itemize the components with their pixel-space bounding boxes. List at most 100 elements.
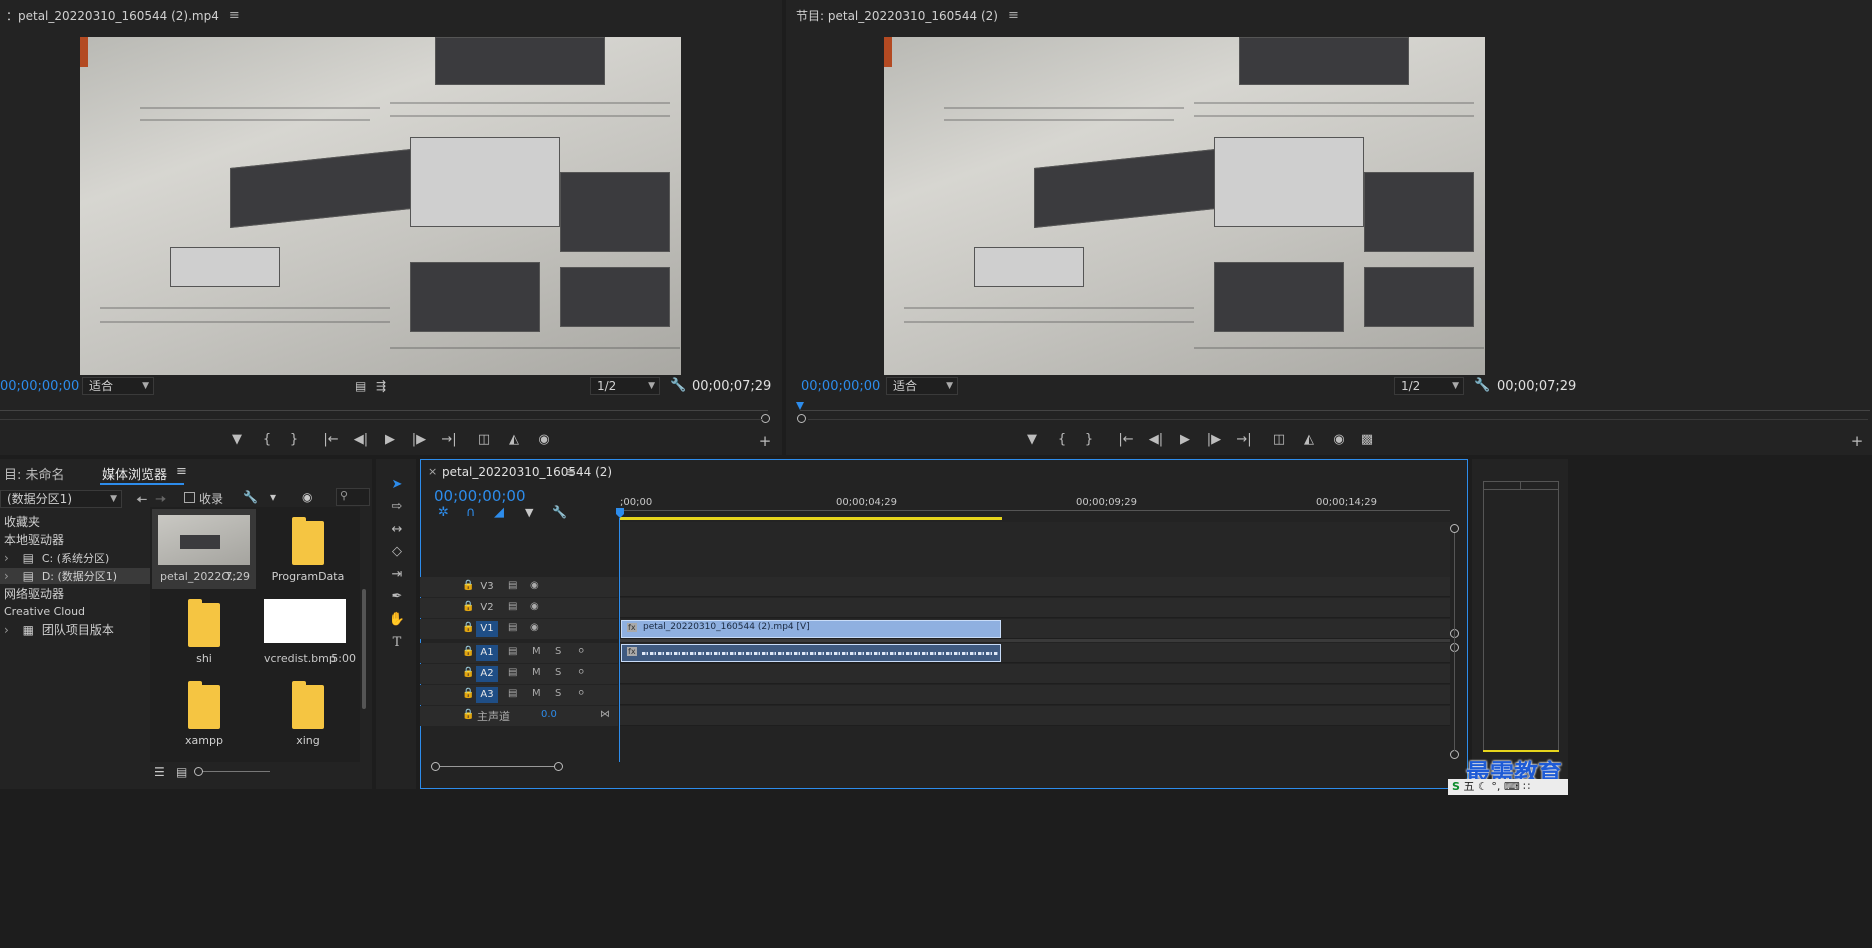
timeline-timecode[interactable]: 00;00;00;00	[434, 487, 526, 505]
program-zoom-handle[interactable]	[797, 414, 806, 423]
tree-network-drives[interactable]: 网络驱动器	[4, 586, 64, 602]
track-header-a3[interactable]: 🔒 A3 ▤ M S ⚪	[420, 685, 618, 705]
track-label[interactable]: A2	[476, 666, 498, 682]
media-browser-menu-icon[interactable]: ≡	[176, 464, 187, 479]
expand-arrow-icon[interactable]: ›	[4, 569, 9, 583]
work-area-bar[interactable]	[620, 517, 1002, 520]
eye-icon[interactable]: ◉	[530, 601, 539, 612]
tree-drive-d[interactable]: › ▤ D: (数据分区1)	[0, 568, 150, 584]
back-arrow-icon[interactable]: 🠄	[136, 489, 147, 513]
add-button-icon[interactable]: +	[756, 432, 774, 450]
audio-clip[interactable]: fx	[621, 644, 1001, 662]
media-item-folder[interactable]: xing	[256, 673, 360, 753]
sync-lock-icon[interactable]: ▤	[508, 580, 517, 591]
lock-icon[interactable]: 🔒	[462, 601, 474, 612]
solo-button[interactable]: S	[555, 646, 561, 657]
add-marker-icon[interactable]: ▼	[228, 432, 246, 447]
step-back-icon[interactable]: ◀|	[352, 432, 370, 447]
tree-creative-cloud[interactable]: Creative Cloud	[4, 604, 85, 620]
tab-media-browser[interactable]: 媒体浏览器	[102, 464, 167, 483]
track-header-v1[interactable]: 🔒 V1 ▤ ◉	[420, 619, 618, 639]
go-to-out-icon[interactable]: →|	[1235, 432, 1253, 447]
track-label[interactable]: A3	[476, 687, 498, 703]
timeline-menu-icon[interactable]: ≡	[565, 465, 576, 480]
eye-icon[interactable]: ◉	[530, 622, 539, 633]
microphone-icon[interactable]: ⚪	[577, 646, 585, 657]
add-marker-icon[interactable]: ▼	[1023, 432, 1041, 447]
nest-icon[interactable]: ◢	[494, 505, 504, 520]
overwrite-clip-icon[interactable]: ◭	[505, 432, 523, 447]
extract-icon[interactable]: ◭	[1300, 432, 1318, 447]
camera-icon[interactable]: ◉	[535, 432, 553, 447]
program-playhead[interactable]	[796, 402, 804, 410]
sync-lock-icon[interactable]: ▤	[508, 646, 517, 657]
program-resolution-dropdown[interactable]: 1/2 ▼	[1394, 377, 1464, 395]
sync-lock-icon[interactable]: ▤	[508, 667, 517, 678]
source-timecode-current[interactable]: 00;00;00;00	[0, 379, 79, 394]
track-select-tool-icon[interactable]: ⇨	[386, 497, 408, 517]
program-monitor-title[interactable]: 节目: petal_20220310_160544 (2)	[796, 7, 998, 24]
ime-punct-icon[interactable]: °,	[1491, 780, 1500, 793]
track-lane-a3[interactable]	[620, 685, 1450, 705]
mark-out-icon[interactable]: }	[285, 432, 303, 447]
lock-icon[interactable]: 🔒	[462, 646, 474, 657]
drive-select-dropdown[interactable]: (数据分区1) ▼	[0, 490, 122, 508]
track-label[interactable]: V2	[476, 600, 498, 616]
source-resolution-dropdown[interactable]: 1/2 ▼	[590, 377, 660, 395]
track-lane-v3[interactable]	[620, 577, 1450, 597]
insert-clip-icon[interactable]: ◫	[475, 432, 493, 447]
tree-local-drives[interactable]: 本地驱动器	[4, 532, 64, 548]
vertical-zoom-handle-top[interactable]	[1450, 524, 1459, 533]
time-ruler[interactable]	[620, 510, 1450, 511]
mark-in-icon[interactable]: {	[1053, 432, 1071, 447]
sync-lock-icon[interactable]: ▤	[508, 622, 517, 633]
track-label[interactable]: A1	[476, 645, 498, 661]
media-item-video[interactable]: petal_2022O... 7;29	[152, 509, 256, 589]
horizontal-scrollbar[interactable]	[440, 766, 554, 767]
track-header-a1[interactable]: 🔒 A1 ▤ M S ⚪	[420, 643, 618, 663]
solo-button[interactable]: S	[555, 667, 561, 678]
track-lane-master[interactable]	[620, 706, 1450, 726]
tree-favorites[interactable]: 收藏夹	[4, 514, 40, 530]
microphone-icon[interactable]: ⚪	[577, 667, 585, 678]
selection-tool-icon[interactable]: ➤	[386, 475, 408, 495]
source-fit-dropdown[interactable]: 适合 ▼	[82, 377, 154, 395]
step-forward-icon[interactable]: |▶	[410, 432, 428, 447]
camera-icon[interactable]: ◉	[1330, 432, 1348, 447]
sync-lock-icon[interactable]: ▤	[508, 688, 517, 699]
video-clip[interactable]: fx petal_20220310_160544 (2).mp4 [V]	[621, 620, 1001, 638]
program-time-ruler[interactable]	[800, 410, 1870, 411]
ime-moon-icon[interactable]: ☾	[1478, 780, 1488, 793]
drag-video-icon[interactable]: ⇶	[376, 379, 386, 393]
tab-project[interactable]: 目: 未命名	[4, 464, 65, 483]
ime-grid-icon[interactable]: ∷	[1523, 780, 1530, 793]
tree-drive-c[interactable]: › ▤ C: (系统分区)	[4, 550, 109, 566]
hand-tool-icon[interactable]: ✋	[386, 610, 408, 630]
list-view-icon[interactable]: ☰	[154, 765, 165, 779]
go-to-in-icon[interactable]: |←	[322, 432, 340, 447]
eye-icon[interactable]: ◉	[530, 580, 539, 591]
source-zoom-handle[interactable]	[761, 414, 770, 423]
add-marker-icon[interactable]: ▼	[525, 506, 533, 519]
mark-out-icon[interactable]: }	[1080, 432, 1098, 447]
track-label[interactable]: V3	[476, 579, 498, 595]
ime-toolbar[interactable]: S 五 ☾ °, ⌨ ∷	[1448, 779, 1568, 795]
lock-icon[interactable]: 🔒	[462, 667, 474, 678]
track-label[interactable]: V1	[476, 621, 498, 637]
program-timecode-current[interactable]: 00;00;00;00	[801, 379, 880, 394]
source-monitor-menu-icon[interactable]: ≡	[229, 8, 240, 23]
lock-icon[interactable]: 🔒	[462, 622, 474, 633]
microphone-icon[interactable]: ⚪	[577, 688, 585, 699]
insert-icon[interactable]: ▤	[355, 379, 366, 393]
program-fit-dropdown[interactable]: 适合 ▼	[886, 377, 958, 395]
mute-button[interactable]: M	[532, 688, 541, 699]
master-end-icon[interactable]: ⋈	[600, 709, 610, 720]
type-tool-icon[interactable]: T	[386, 633, 408, 653]
view-eye-icon[interactable]: ◉	[302, 490, 312, 504]
wrench-icon[interactable]: 🔧	[243, 490, 258, 504]
icon-view-icon[interactable]: ▤	[176, 765, 187, 779]
tree-team-projects[interactable]: › ▦ 团队项目版本	[4, 622, 114, 638]
solo-button[interactable]: S	[555, 688, 561, 699]
media-item-folder[interactable]: shi	[152, 591, 256, 671]
razor-tool-icon[interactable]: ◇	[386, 542, 408, 562]
